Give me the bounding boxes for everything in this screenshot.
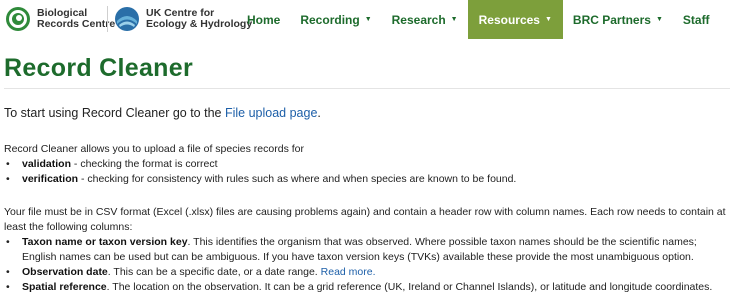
intro-section: Record Cleaner allows you to upload a fi… — [4, 142, 728, 187]
uses-list: validation - checking the format is corr… — [4, 157, 728, 187]
nav-staff-label: Staff — [682, 12, 710, 27]
list-item: validation - checking the format is corr… — [4, 157, 728, 172]
page-title: Record Cleaner — [4, 54, 193, 82]
list-item: Observation date. This can be a specific… — [4, 265, 728, 280]
caret-down-icon: ▼ — [655, 16, 663, 23]
list-item: Spatial reference. The location on the o… — [4, 280, 728, 295]
ukceh-logo-icon — [115, 7, 139, 31]
nav-home[interactable]: Home — [237, 0, 290, 39]
intro-paragraph: Record Cleaner allows you to upload a fi… — [4, 143, 304, 155]
columns-list: Taxon name or taxon version key. This id… — [4, 235, 728, 295]
use-text: - checking for consistency with rules su… — [78, 173, 517, 185]
column-text: . The location on the observation. It ca… — [106, 281, 713, 293]
nav-home-label: Home — [247, 12, 281, 27]
nav-recording-label: Recording — [300, 12, 360, 27]
nav-research[interactable]: Research ▼ — [382, 0, 468, 39]
brc-logo-text: Biological Records Centre — [37, 8, 115, 30]
column-term: Observation date — [22, 266, 108, 278]
nav-research-label: Research — [391, 12, 446, 27]
brc-logo[interactable]: Biological Records Centre — [5, 4, 115, 34]
ukceh-logo[interactable]: UK Centre for Ecology & Hydrology — [114, 4, 252, 34]
use-text: - checking the format is correct — [71, 158, 218, 170]
caret-down-icon: ▼ — [364, 16, 372, 23]
use-term: validation — [22, 158, 72, 170]
read-more-link[interactable]: Read more. — [321, 266, 376, 278]
caret-down-icon: ▼ — [544, 16, 552, 23]
list-item: Taxon name or taxon version key. This id… — [4, 235, 728, 265]
nav-brc-partners[interactable]: BRC Partners ▼ — [563, 0, 673, 39]
caret-down-icon: ▼ — [450, 16, 458, 23]
lead-text: To start using Record Cleaner go to the … — [4, 106, 321, 120]
column-text: . This can be a specific date, or a date… — [107, 266, 321, 278]
main-nav: Home Recording ▼ Research ▼ Resources ▼ BRC… — [237, 0, 720, 39]
site-header: Biological Records Centre UK Centre for … — [0, 0, 730, 39]
use-term: verification — [22, 173, 79, 185]
brc-logo-line2: Records Centre — [37, 18, 116, 30]
list-item: verification - checking for consistency … — [4, 172, 728, 187]
brc-logo-icon — [6, 7, 30, 31]
logo-divider — [107, 6, 108, 32]
nav-brc-partners-label: BRC Partners — [572, 12, 651, 27]
column-term: Spatial reference — [22, 281, 107, 293]
nav-staff[interactable]: Staff — [673, 0, 720, 39]
format-paragraph: Your file must be in CSV format (Excel (… — [4, 206, 726, 233]
nav-resources-label: Resources — [478, 12, 540, 27]
nav-recording[interactable]: Recording ▼ — [290, 0, 381, 39]
nav-resources[interactable]: Resources ▼ — [467, 0, 563, 39]
title-divider — [4, 88, 730, 89]
lead-prefix: To start using Record Cleaner go to the — [4, 106, 225, 120]
column-term: Taxon name or taxon version key — [22, 236, 188, 248]
file-upload-link[interactable]: File upload page — [225, 106, 317, 120]
format-section: Your file must be in CSV format (Excel (… — [4, 205, 728, 295]
lead-suffix: . — [317, 106, 321, 120]
